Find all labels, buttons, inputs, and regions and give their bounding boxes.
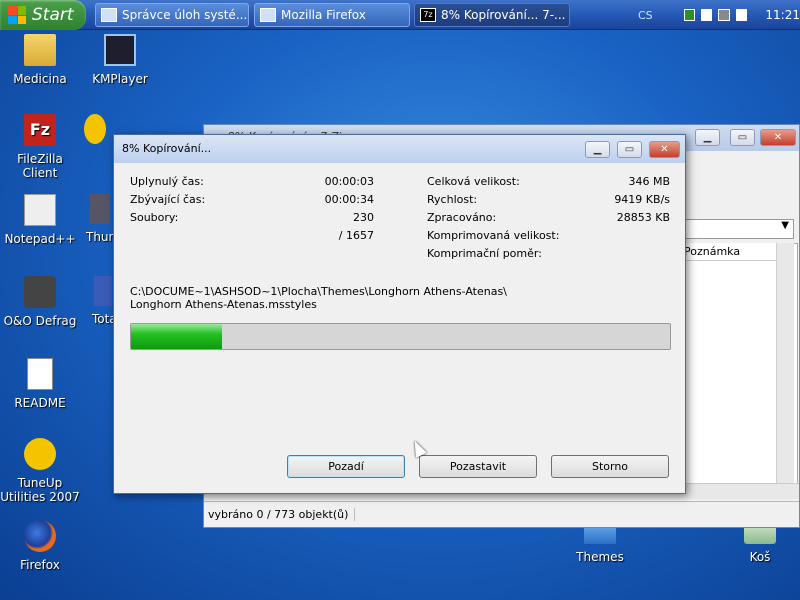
desktop-icon-label: Koš bbox=[749, 550, 771, 564]
minimize-button[interactable]: ▁ bbox=[585, 141, 610, 158]
kmplayer-icon bbox=[104, 34, 136, 66]
desktop-icon-label: Thun bbox=[86, 230, 114, 244]
taskbar-button-label: Mozilla Firefox bbox=[281, 8, 366, 22]
taskbar-button-label: 8% Kopírování... 7-... bbox=[441, 8, 566, 22]
desktop-icon-kmplayer[interactable]: KMPlayer bbox=[80, 34, 160, 86]
speed-label: Rychlost: bbox=[427, 193, 478, 206]
pause-button[interactable]: Pozastavit bbox=[419, 455, 537, 478]
bg-status-bar: vybráno 0 / 773 objekt(ů) bbox=[204, 501, 799, 527]
task-manager-icon bbox=[101, 8, 117, 22]
desktop-icon-recycle-bin[interactable]: Koš bbox=[720, 522, 800, 564]
remaining-time-label: Zbývající čas: bbox=[130, 193, 206, 206]
taskbar-button-task-manager[interactable]: Správce úloh systé... bbox=[95, 3, 249, 27]
desktop-icon-filezilla[interactable]: Fz FileZilla Client bbox=[0, 114, 80, 180]
clock[interactable]: 11:21 bbox=[765, 8, 800, 22]
desktop-icon-label: Notepad++ bbox=[4, 232, 76, 246]
desktop-icon-label: Medicina bbox=[13, 72, 67, 86]
desktop-icon-notepad[interactable]: Notepad++ bbox=[0, 194, 80, 246]
processed-value: 28853 KB bbox=[616, 211, 670, 224]
files-value: 230 bbox=[353, 211, 374, 224]
tray-app-icon[interactable] bbox=[683, 9, 696, 21]
total-commander-icon bbox=[94, 276, 112, 306]
elapsed-time-label: Uplynulý čas: bbox=[130, 175, 204, 188]
thunderbird-icon bbox=[90, 194, 110, 224]
bg-minimize-button[interactable]: ▁ bbox=[695, 129, 720, 146]
app-icon bbox=[84, 114, 106, 144]
path-line-1: C:\DOCUME~1\ASHSOD~1\Plocha\Themes\Longh… bbox=[130, 285, 507, 298]
desktop-icon-label: Tota bbox=[92, 312, 114, 326]
document-icon bbox=[27, 358, 53, 390]
close-button[interactable]: ✕ bbox=[649, 141, 680, 158]
taskbar-button-firefox[interactable]: Mozilla Firefox bbox=[254, 3, 410, 27]
desktop-icon-oo-defrag[interactable]: O&O Defrag bbox=[0, 276, 80, 328]
remaining-time-value: 00:00:34 bbox=[324, 193, 374, 206]
desktop-icon-total-partial[interactable]: Tota bbox=[80, 276, 114, 326]
firefox-icon bbox=[24, 520, 56, 552]
progress-bar-fill bbox=[131, 324, 222, 349]
bg-vertical-scrollbar[interactable] bbox=[776, 243, 794, 487]
desktop-icon-label: KMPlayer bbox=[92, 72, 148, 86]
window-icon bbox=[260, 8, 276, 22]
desktop-icon-label: Themes bbox=[576, 550, 624, 564]
total-size-value: 346 MB bbox=[628, 175, 670, 188]
copy-progress-dialog: 8% Kopírování... ▁ ▭ ✕ Uplynulý čas: 00:… bbox=[113, 134, 686, 494]
notepad-icon bbox=[24, 194, 56, 226]
tray-network-icon[interactable] bbox=[735, 9, 748, 21]
desktop-icon-readme[interactable]: README bbox=[0, 358, 80, 410]
taskbar-button-label: Správce úloh systé... bbox=[122, 8, 248, 22]
start-button[interactable]: Start bbox=[0, 0, 86, 30]
processed-label: Zpracováno: bbox=[427, 211, 497, 224]
desktop-icon-label: TuneUp Utilities 2007 bbox=[0, 476, 80, 504]
taskbar-button-7zip[interactable]: 7z 8% Kopírování... 7-... bbox=[414, 3, 570, 27]
background-button[interactable]: Pozadí bbox=[287, 455, 405, 478]
start-label: Start bbox=[32, 5, 74, 25]
windows-logo-icon bbox=[8, 6, 26, 24]
taskbar: Start Správce úloh systé... Mozilla Fire… bbox=[0, 0, 800, 30]
compressed-size-label: Komprimovaná velikost: bbox=[427, 229, 560, 242]
desktop-icon-themes[interactable]: Themes bbox=[560, 522, 640, 564]
desktop-icon-tuneup[interactable]: TuneUp Utilities 2007 bbox=[0, 438, 80, 504]
desktop-icon-label: Firefox bbox=[20, 558, 60, 572]
desktop-icon-label: README bbox=[14, 396, 66, 410]
path-line-2: Longhorn Athens-Atenas.msstyles bbox=[130, 298, 317, 311]
maximize-button[interactable]: ▭ bbox=[617, 141, 642, 158]
tray-flag-icon[interactable] bbox=[701, 9, 713, 21]
desktop-icon-medicina[interactable]: Medicina bbox=[0, 34, 80, 86]
tuneup-icon bbox=[24, 438, 56, 470]
bg-maximize-button[interactable]: ▭ bbox=[730, 129, 755, 146]
elapsed-time-value: 00:00:03 bbox=[324, 175, 374, 188]
compression-ratio-label: Komprimační poměr: bbox=[427, 247, 542, 260]
selection-status: vybráno 0 / 773 objekt(ů) bbox=[208, 508, 356, 521]
progress-bar bbox=[130, 323, 671, 350]
7zip-icon: 7z bbox=[420, 8, 436, 22]
tray-volume-icon[interactable] bbox=[718, 9, 730, 21]
desktop-icon-partial[interactable] bbox=[80, 114, 110, 150]
bg-path-combo[interactable]: ▼ bbox=[682, 219, 794, 239]
desktop-icon-label: FileZilla Client bbox=[17, 152, 63, 180]
speed-value: 9419 KB/s bbox=[614, 193, 670, 206]
defrag-icon bbox=[24, 276, 56, 308]
desktop-icon-firefox[interactable]: Firefox bbox=[0, 520, 80, 572]
column-header-note[interactable]: Poznámka bbox=[682, 243, 782, 261]
system-tray: CS 11:21 bbox=[632, 0, 800, 30]
current-file-path: C:\DOCUME~1\ASHSOD~1\Plocha\Themes\Longh… bbox=[130, 285, 507, 311]
files-label: Soubory: bbox=[130, 211, 179, 224]
language-indicator[interactable]: CS bbox=[638, 9, 653, 22]
folder-icon bbox=[24, 34, 56, 66]
desktop-icon-thunderbird-partial[interactable]: Thun bbox=[80, 194, 114, 244]
desktop-icon-label: O&O Defrag bbox=[3, 314, 77, 328]
filezilla-icon: Fz bbox=[24, 114, 56, 146]
bg-close-button[interactable]: ✕ bbox=[760, 129, 796, 146]
cancel-button[interactable]: Storno bbox=[551, 455, 669, 478]
total-size-label: Celková velikost: bbox=[427, 175, 520, 188]
files-total-value: / 1657 bbox=[338, 229, 374, 242]
